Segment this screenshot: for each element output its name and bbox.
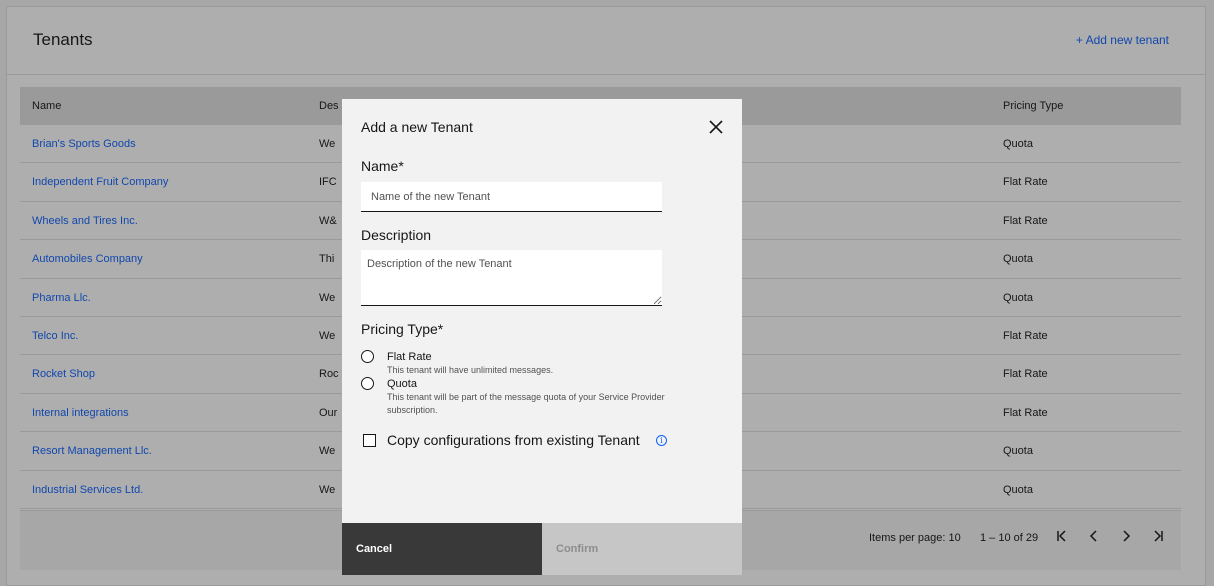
cancel-button[interactable]: Cancel <box>342 523 542 575</box>
radio-quota-help: This tenant will be part of the message … <box>387 392 665 415</box>
radio-flat-rate-label[interactable]: Flat Rate <box>387 351 432 363</box>
close-icon[interactable] <box>706 117 726 137</box>
description-label: Description <box>361 227 432 243</box>
radio-flat-rate-help: This tenant will have unlimited messages… <box>387 365 554 375</box>
confirm-button[interactable]: Confirm <box>542 523 742 575</box>
name-input[interactable] <box>361 182 662 212</box>
pricing-type-label: Pricing Type* <box>361 321 444 337</box>
copy-config-label[interactable]: Copy configurations from existing Tenant <box>387 432 640 448</box>
info-icon[interactable]: i <box>656 435 667 446</box>
modal-title: Add a new Tenant <box>361 119 473 135</box>
description-textarea[interactable] <box>361 250 662 306</box>
add-tenant-modal: Add a new Tenant Name* Description Prici… <box>342 99 742 575</box>
name-label: Name* <box>361 158 404 174</box>
radio-flat-rate[interactable] <box>361 350 374 363</box>
radio-quota-label[interactable]: Quota <box>387 378 417 390</box>
copy-config-checkbox[interactable] <box>363 434 376 447</box>
radio-quota[interactable] <box>361 377 374 390</box>
